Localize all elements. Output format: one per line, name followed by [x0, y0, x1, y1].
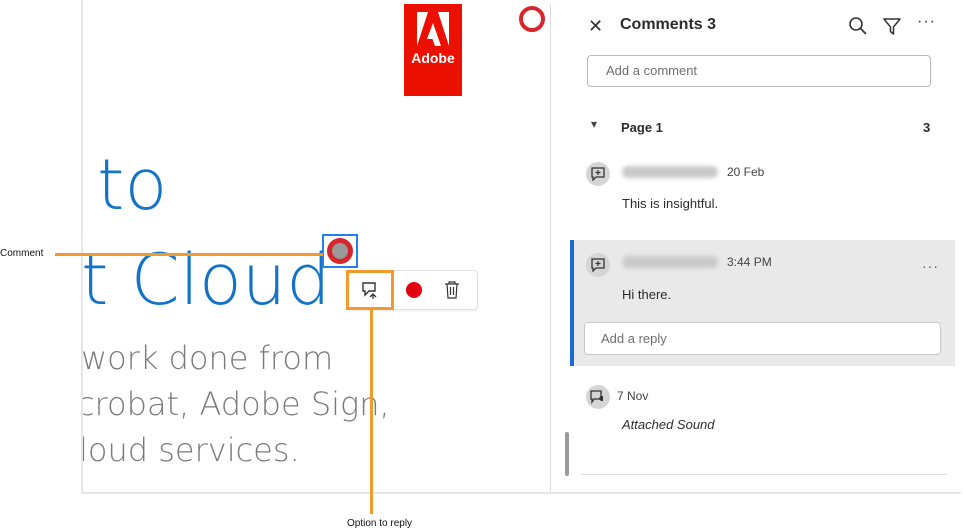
adobe-logo-text: Adobe — [411, 50, 455, 66]
trash-icon — [445, 281, 459, 299]
adobe-a-icon — [417, 12, 449, 46]
doc-body-line-3: loud services. — [83, 431, 300, 469]
comment-text: This is insightful. — [622, 196, 719, 211]
comment-callout-line — [55, 253, 323, 256]
comment-more-icon[interactable]: ··· — [922, 258, 939, 274]
add-reply-input[interactable]: Add a reply — [584, 322, 941, 355]
doc-body-line-1: work done from — [83, 339, 334, 377]
author-name — [622, 166, 718, 178]
search-icon[interactable] — [848, 16, 868, 36]
panel-title: Comments 3 — [620, 16, 717, 33]
comment-icon — [591, 167, 605, 181]
selected-comment-pin[interactable] — [322, 234, 358, 268]
comment-text: Hi there. — [622, 287, 672, 302]
comment-time: 3:44 PM — [727, 255, 772, 269]
reply-callout-label: Option to reply — [347, 518, 413, 529]
document-canvas[interactable]: to t Cloud work done from crobat, Adobe … — [83, 0, 549, 492]
reply-icon — [362, 282, 377, 299]
reply-callout-line — [370, 308, 373, 514]
close-icon[interactable]: ✕ — [588, 16, 603, 37]
reply-button[interactable] — [346, 270, 394, 310]
add-comment-input[interactable]: Add a comment — [587, 55, 931, 87]
doc-heading-line-1: to — [97, 144, 168, 226]
pane-divider[interactable] — [550, 4, 551, 492]
author-name — [622, 256, 718, 268]
comment-icon — [591, 258, 605, 272]
comments-panel-header: ✕ Comments 3 ··· — [570, 0, 961, 50]
delete-button[interactable] — [437, 271, 467, 309]
sound-comment-icon — [590, 390, 603, 404]
filter-icon[interactable] — [882, 16, 902, 36]
record-icon — [406, 282, 422, 298]
adobe-logo: Adobe — [404, 4, 462, 96]
record-button[interactable] — [399, 271, 429, 309]
page-group-label[interactable]: Page 1 — [621, 120, 663, 135]
comment-pin-icon — [327, 238, 353, 264]
comment-mini-toolbar — [346, 270, 478, 310]
comment-text: Attached Sound — [622, 417, 715, 432]
list-divider — [581, 474, 947, 475]
comments-panel: ✕ Comments 3 ··· Add a comment ▾ Page 1 … — [570, 0, 961, 492]
doc-body-line-2: crobat, Adobe Sign, — [83, 385, 390, 423]
page-group-count: 3 — [923, 120, 931, 135]
avatar — [586, 385, 610, 409]
scrollbar-thumb[interactable] — [565, 432, 569, 476]
comment-pin-icon[interactable] — [519, 6, 545, 32]
comment-date: 7 Nov — [617, 389, 649, 403]
avatar — [586, 162, 610, 186]
more-icon[interactable]: ··· — [917, 13, 936, 31]
comment-date: 20 Feb — [727, 165, 765, 179]
chevron-down-icon[interactable]: ▾ — [591, 117, 597, 131]
avatar — [586, 253, 610, 277]
comment-callout-label: Comment — [0, 248, 44, 259]
